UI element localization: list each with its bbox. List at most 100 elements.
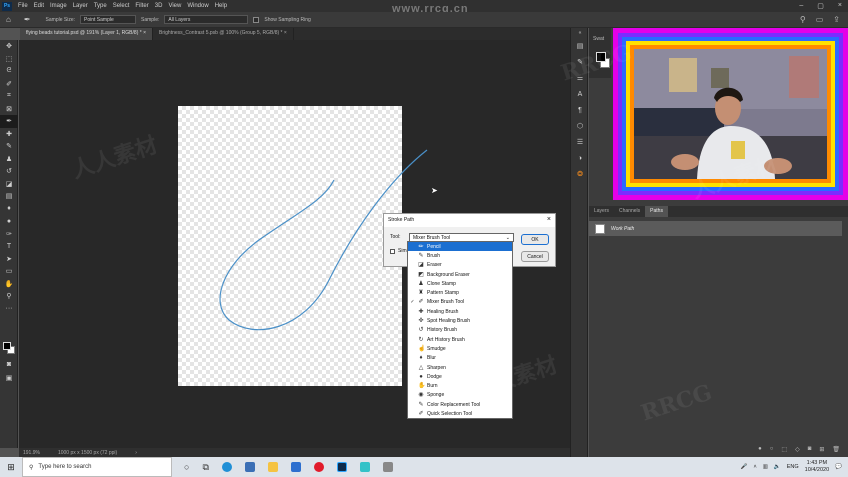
mic-icon[interactable]: 🎤 bbox=[741, 464, 748, 470]
menu-select[interactable]: Select bbox=[110, 3, 133, 9]
collapse-icon[interactable]: « bbox=[571, 28, 589, 38]
tab-brightness-contrast[interactable]: Brightness_Contrast 5.psb @ 100% (Group … bbox=[153, 28, 294, 40]
dropdown-item[interactable]: ✋ Burn bbox=[408, 381, 512, 390]
3d-panel-icon[interactable]: ⬡ bbox=[571, 118, 589, 134]
workspace-icon[interactable]: ▭ bbox=[816, 15, 824, 24]
dropdown-item[interactable]: ◉ Sponge bbox=[408, 391, 512, 400]
more-tools-icon[interactable]: ··· bbox=[0, 303, 18, 316]
healing-tool-icon[interactable]: ✚ bbox=[0, 128, 18, 141]
lasso-tool-icon[interactable]: ᘓ bbox=[0, 65, 18, 78]
zoom-tool-icon[interactable]: ⚲ bbox=[0, 290, 18, 303]
type-tool-icon[interactable]: T bbox=[0, 240, 18, 253]
dropdown-item[interactable]: ◩ Background Eraser bbox=[408, 270, 512, 279]
status-arrow-icon[interactable]: › bbox=[135, 450, 137, 456]
minimize-icon[interactable]: – bbox=[799, 2, 803, 10]
sample-select[interactable]: All Layers bbox=[164, 15, 249, 24]
gradient-tool-icon[interactable]: ▤ bbox=[0, 190, 18, 203]
dropdown-item[interactable]: ◪ Eraser bbox=[408, 261, 512, 270]
frame-tool-icon[interactable]: ⊠ bbox=[0, 103, 18, 116]
dropdown-item[interactable]: ✎ Color Replacement Tool bbox=[408, 400, 512, 409]
dropdown-item[interactable]: ♜ Pattern Stamp bbox=[408, 288, 512, 297]
plugin-panel-icon[interactable]: ❂ bbox=[571, 166, 589, 182]
zoom-level[interactable]: 191.9% bbox=[23, 450, 40, 456]
opera-icon[interactable] bbox=[313, 462, 324, 472]
menu-edit[interactable]: Edit bbox=[31, 3, 47, 9]
path-select-tool-icon[interactable]: ➤ bbox=[0, 253, 18, 266]
dropdown-item[interactable]: ● Dodge bbox=[408, 372, 512, 381]
menu-image[interactable]: Image bbox=[47, 3, 70, 9]
taskbar-search[interactable]: ⚲ Type here to search bbox=[22, 457, 172, 477]
tab-close-icon[interactable]: × bbox=[284, 30, 287, 36]
tab-layers[interactable]: Layers bbox=[589, 206, 614, 217]
app-icon[interactable] bbox=[359, 462, 370, 472]
dropdown-item[interactable]: ♦ Blur bbox=[408, 354, 512, 363]
tab-flying-beads[interactable]: flying beads tutorial.psd @ 191% (Layer … bbox=[20, 28, 154, 40]
ok-button[interactable]: OK bbox=[521, 234, 549, 245]
dropdown-item[interactable]: ✜ Spot Healing Brush bbox=[408, 316, 512, 325]
work-path-row[interactable]: Work Path bbox=[589, 221, 842, 236]
tab-paths[interactable]: Paths bbox=[645, 206, 668, 217]
menu-3d[interactable]: 3D bbox=[152, 3, 166, 9]
menu-type[interactable]: Type bbox=[91, 3, 110, 9]
fill-path-icon[interactable]: ● bbox=[758, 446, 762, 457]
dropdown-item[interactable]: ☝ Smudge bbox=[408, 344, 512, 353]
sample-size-select[interactable]: Point Sample bbox=[80, 15, 137, 24]
dropdown-item[interactable]: ✚ Healing Brush bbox=[408, 307, 512, 316]
delete-path-icon[interactable]: 🗑 bbox=[832, 446, 840, 457]
panel-fg-swatch[interactable] bbox=[596, 52, 606, 62]
history-brush-tool-icon[interactable]: ↺ bbox=[0, 165, 18, 178]
dialog-close-icon[interactable]: × bbox=[547, 216, 551, 224]
menu-filter[interactable]: Filter bbox=[132, 3, 151, 9]
windows-start-icon[interactable]: ⊞ bbox=[0, 457, 22, 477]
move-tool-icon[interactable]: ✥ bbox=[0, 40, 18, 53]
tab-close-icon[interactable]: × bbox=[143, 30, 146, 36]
simulate-pressure-checkbox[interactable] bbox=[390, 248, 395, 254]
eraser-tool-icon[interactable]: ◪ bbox=[0, 178, 18, 191]
maximize-icon[interactable]: ▢ bbox=[817, 2, 824, 10]
eyedropper-icon[interactable]: ✒ bbox=[16, 15, 31, 24]
home-icon[interactable]: ⌂ bbox=[6, 15, 11, 24]
dropdown-item[interactable]: ↻ Art History Brush bbox=[408, 335, 512, 344]
task-view-icon[interactable]: ⧉ bbox=[202, 462, 208, 473]
notifications-icon[interactable]: 💬 bbox=[835, 464, 842, 470]
dropdown-item[interactable]: ✓ ✐ Mixer Brush Tool bbox=[408, 298, 512, 307]
shape-tool-icon[interactable]: ▭ bbox=[0, 265, 18, 278]
tab-channels[interactable]: Channels bbox=[614, 206, 645, 217]
quick-mask-icon[interactable]: ◙ bbox=[0, 358, 18, 371]
mail-icon[interactable] bbox=[290, 462, 301, 472]
dropdown-item[interactable]: ✐ Quick Selection Tool bbox=[408, 409, 512, 418]
file-explorer-icon[interactable] bbox=[267, 462, 278, 472]
app-icon[interactable] bbox=[382, 462, 393, 472]
new-path-icon[interactable]: ⊞ bbox=[819, 446, 824, 457]
search-icon[interactable]: ⚲ bbox=[800, 15, 806, 24]
clock[interactable]: 1:43 PM 10/4/2020 bbox=[805, 460, 829, 474]
foreground-color-swatch[interactable] bbox=[3, 342, 11, 350]
add-mask-icon[interactable]: ◙ bbox=[808, 446, 812, 457]
simulate-pressure-option[interactable]: Sim bbox=[390, 248, 407, 254]
show-ring-checkbox[interactable] bbox=[253, 16, 260, 23]
paragraph-panel-icon[interactable]: ¶ bbox=[571, 102, 589, 118]
brush-settings-icon[interactable]: ✎ bbox=[571, 54, 589, 70]
quick-select-tool-icon[interactable]: ✐ bbox=[0, 78, 18, 91]
cancel-button[interactable]: Cancel bbox=[521, 251, 549, 262]
store-icon[interactable] bbox=[244, 462, 255, 472]
volume-icon[interactable]: 🔈 bbox=[774, 464, 781, 470]
stamp-tool-icon[interactable]: ♟ bbox=[0, 153, 18, 166]
menu-view[interactable]: View bbox=[165, 3, 184, 9]
dropdown-item[interactable]: △ Sharpen bbox=[408, 363, 512, 372]
history-panel-icon[interactable]: ▤ bbox=[571, 38, 589, 54]
stroke-path-icon[interactable]: ○ bbox=[770, 446, 774, 457]
network-icon[interactable]: ▥ bbox=[763, 464, 768, 470]
brush-tool-icon[interactable]: ✎ bbox=[0, 140, 18, 153]
share-icon[interactable]: ⇪ bbox=[833, 15, 840, 24]
blur-tool-icon[interactable]: ♦ bbox=[0, 203, 18, 216]
menu-window[interactable]: Window bbox=[184, 3, 211, 9]
dropdown-item[interactable]: ✎ Brush bbox=[408, 251, 512, 260]
menu-help[interactable]: Help bbox=[212, 3, 230, 9]
dropdown-item[interactable]: ↺ History Brush bbox=[408, 326, 512, 335]
photoshop-taskbar-icon[interactable] bbox=[336, 462, 347, 472]
menu-layer[interactable]: Layer bbox=[70, 3, 91, 9]
crop-tool-icon[interactable]: ⌗ bbox=[0, 90, 18, 103]
adjustments-panel-icon[interactable]: ◑ bbox=[571, 150, 589, 166]
hand-tool-icon[interactable]: ✋ bbox=[0, 278, 18, 291]
